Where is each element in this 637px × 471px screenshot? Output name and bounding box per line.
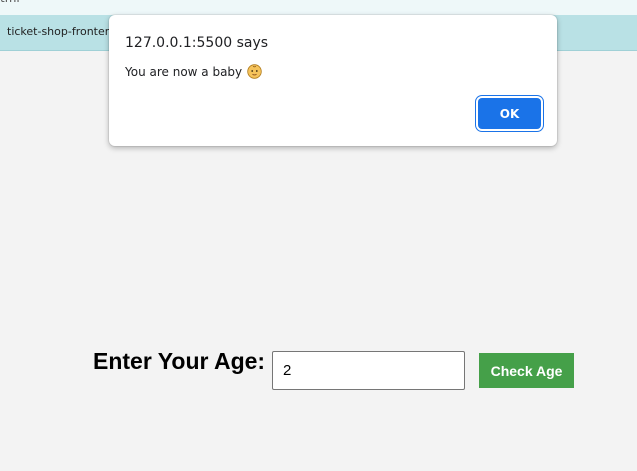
address-bar[interactable]: tml xyxy=(0,0,637,15)
alert-dialog: 127.0.0.1:5500 says You are now a baby O… xyxy=(109,15,557,146)
check-age-button[interactable]: Check Age xyxy=(479,353,574,388)
alert-title: 127.0.0.1:5500 says xyxy=(125,35,269,51)
alert-message-row: You are now a baby xyxy=(125,64,262,79)
ok-button[interactable]: OK xyxy=(478,98,541,129)
url-text: tml xyxy=(0,0,20,5)
age-input[interactable] xyxy=(272,351,465,390)
age-label: Enter Your Age: xyxy=(93,348,266,374)
baby-face-icon xyxy=(247,64,262,79)
bookmark-item[interactable]: ticket-shop-fronten xyxy=(7,25,112,38)
alert-message: You are now a baby xyxy=(125,64,243,79)
